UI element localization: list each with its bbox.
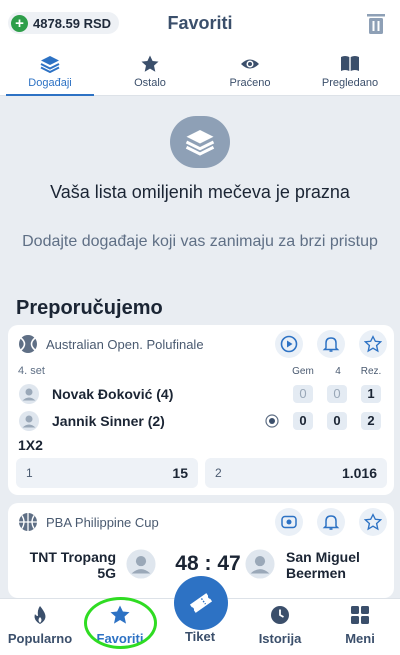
odd-value: 15 (172, 465, 188, 481)
odd-label: 2 (215, 466, 222, 480)
trash-icon[interactable] (366, 13, 386, 35)
star-outline-icon (364, 513, 382, 531)
score-rez: 2 (361, 412, 381, 430)
bell-icon (322, 337, 340, 352)
league-label: PBA Philippine Cup (18, 512, 159, 532)
favorite-button[interactable] (359, 330, 387, 358)
eye-icon (241, 59, 259, 69)
favorites-tabs: Događaji Ostalo Praćeno Pregledano (0, 48, 400, 96)
favorite-button[interactable] (359, 508, 387, 536)
team-name-line: Beermen (286, 565, 346, 581)
tab-label: Pregledano (321, 77, 379, 89)
live-tracker-button[interactable] (275, 508, 303, 536)
nav-istorija[interactable]: Istorija (240, 599, 320, 655)
nav-label: Tiket (184, 629, 216, 644)
column-header-rez: Rez. (360, 366, 382, 377)
grid-icon (351, 606, 369, 624)
column-header-set: 4 (335, 366, 341, 377)
live-stream-button[interactable] (275, 330, 303, 358)
ticket-button[interactable] (174, 576, 228, 630)
league-label: Australian Open. Polufinale (18, 334, 204, 354)
live-tracker-icon (281, 515, 297, 529)
score-set: 0 (327, 412, 347, 430)
nav-label: Popularno (7, 631, 73, 646)
book-icon (341, 56, 359, 71)
recommended-heading: Preporučujemo (16, 297, 163, 319)
away-team: San Miguel Beermen (286, 549, 386, 581)
player-row: Novak Đoković (4) (18, 383, 173, 405)
league-name: Australian Open. Polufinale (46, 336, 204, 352)
home-team-logo-icon (126, 549, 156, 579)
score-set: 0 (327, 385, 347, 403)
league-name: PBA Philippine Cup (46, 514, 159, 530)
away-team-logo-icon (245, 549, 275, 579)
page-title: Favoriti (167, 13, 233, 33)
empty-state-stack-icon (170, 116, 230, 168)
player-name: Novak Đoković (4) (52, 386, 174, 402)
score-gem: 0 (293, 385, 313, 403)
play-icon (280, 335, 298, 353)
serve-indicator-icon (265, 414, 279, 428)
stack-icon (40, 56, 60, 73)
tennis-ball-icon (19, 335, 37, 353)
avatar-icon (19, 384, 39, 404)
set-indicator: 4. set (18, 365, 45, 377)
player-name: Jannik Sinner (2) (52, 413, 165, 429)
nav-popularno[interactable]: Popularno (0, 599, 80, 655)
star-icon (141, 55, 159, 72)
tab-label: Praćeno (229, 77, 271, 89)
team-name-line: TNT Tropang (29, 549, 116, 565)
nav-meni[interactable]: Meni (320, 599, 400, 655)
tab-dogadjaji[interactable]: Događaji (0, 48, 100, 96)
nav-label: Istorija (258, 631, 302, 646)
odd-button-2[interactable]: 2 1.016 (205, 458, 387, 488)
odd-button-1[interactable]: 1 15 (16, 458, 198, 488)
ticket-icon (189, 593, 213, 613)
top-header: + 4878.59 RSD Favoriti (0, 0, 400, 48)
tab-praceno[interactable]: Praćeno (200, 48, 300, 95)
tab-ostalo[interactable]: Ostalo (100, 48, 200, 95)
avatar-icon (19, 411, 39, 431)
empty-state-subtitle: Dodajte događaje koji vas zanimaju za br… (22, 233, 378, 250)
empty-state-title: Vaša lista omiljenih mečeva je prazna (50, 182, 350, 202)
score-rez: 1 (361, 385, 381, 403)
match-score: 48 : 47 (175, 552, 241, 575)
column-header-gem: Gem (292, 366, 314, 377)
tab-label: Ostalo (134, 77, 166, 89)
player-row: Jannik Sinner (2) (18, 410, 165, 432)
team-name-line: San Miguel (286, 549, 360, 565)
bell-icon (322, 515, 340, 530)
notification-button[interactable] (317, 508, 345, 536)
notification-button[interactable] (317, 330, 345, 358)
match-card-tennis[interactable]: Australian Open. Polufinale 4. set Gem 4… (8, 325, 394, 495)
odd-value: 1.016 (341, 465, 377, 481)
star-outline-icon (364, 335, 382, 353)
team-name-line: 5G (97, 565, 116, 581)
score-gem: 0 (293, 412, 313, 430)
clock-icon (271, 606, 289, 624)
market-label: 1X2 (18, 437, 43, 453)
flame-icon (34, 606, 46, 624)
basketball-icon (19, 513, 37, 531)
nav-label: Meni (345, 631, 375, 646)
highlight-ring (84, 597, 157, 649)
tab-pregledano[interactable]: Pregledano (300, 48, 400, 95)
tab-label: Događaji (28, 77, 72, 89)
home-team: TNT Tropang 5G (18, 549, 116, 581)
odd-label: 1 (26, 466, 33, 480)
